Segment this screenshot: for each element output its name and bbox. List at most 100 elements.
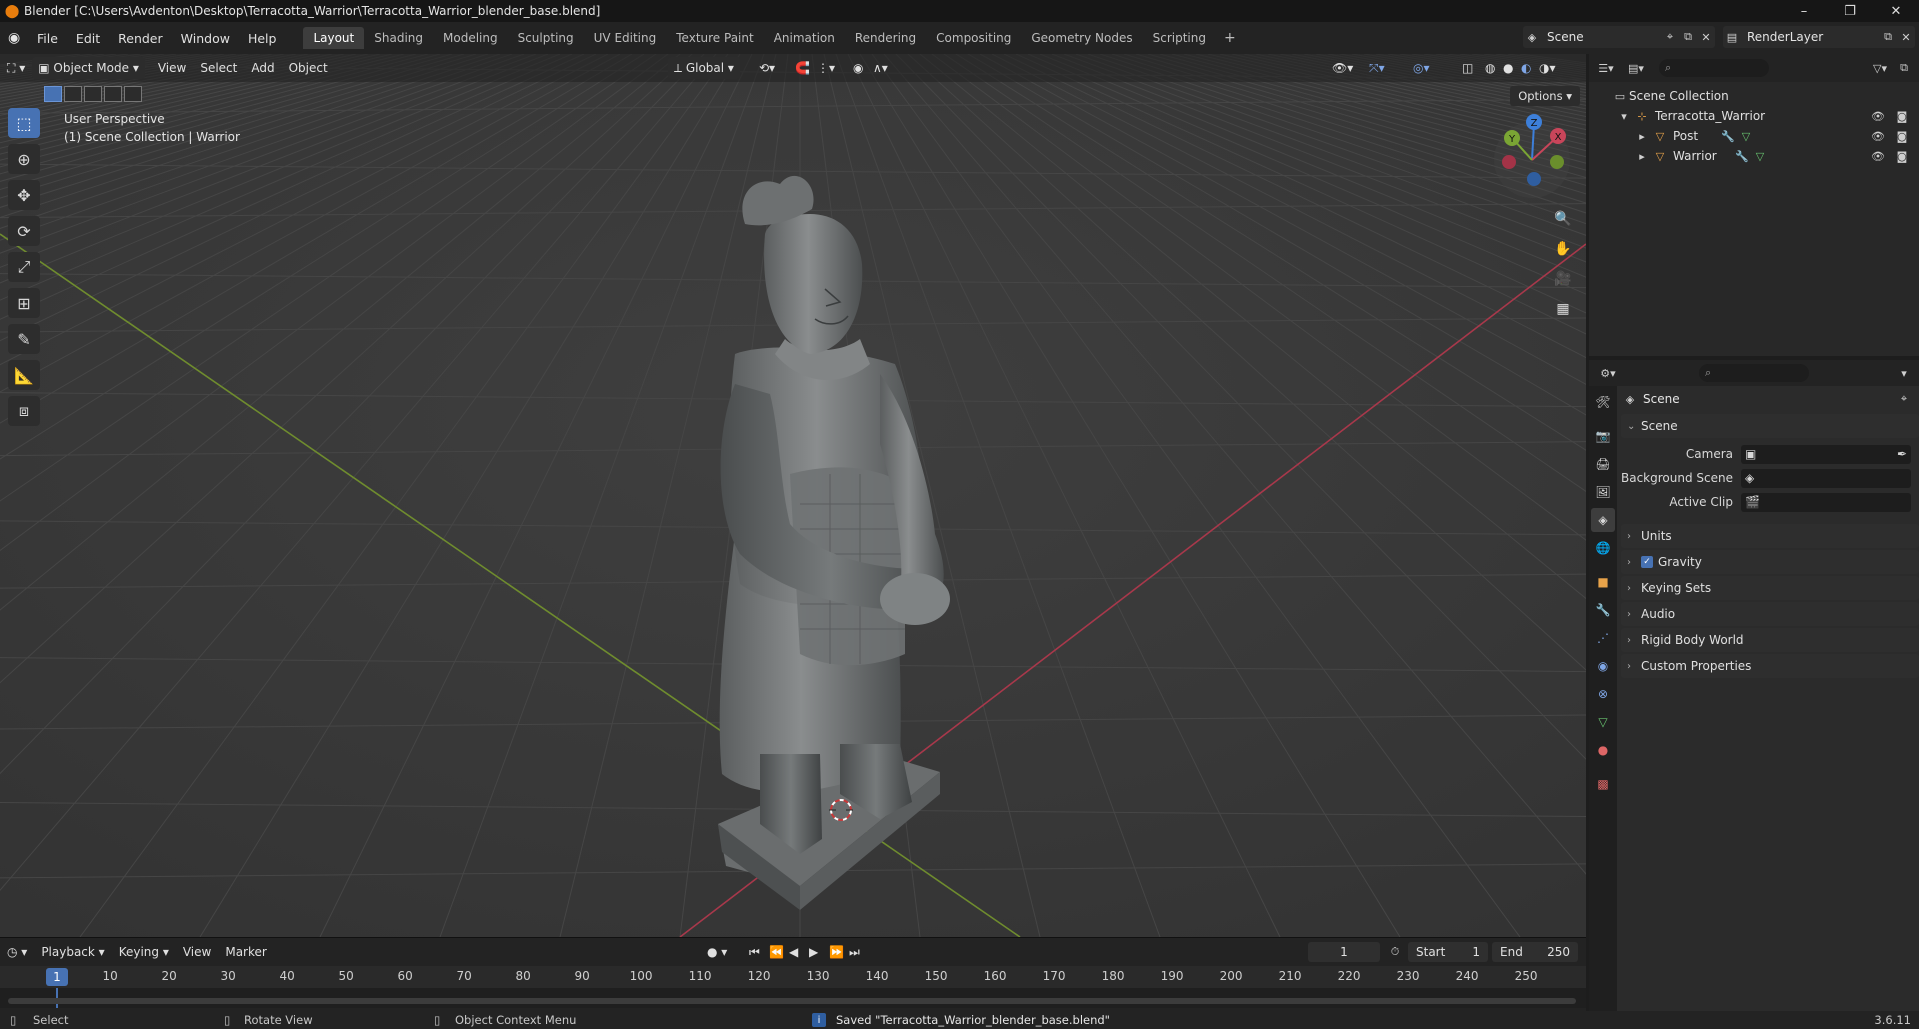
eye-icon[interactable]: 👁 xyxy=(1869,107,1887,125)
eye-icon[interactable]: 👁 xyxy=(1869,147,1887,165)
modifier-tab-icon[interactable]: 🔧 xyxy=(1591,598,1615,622)
panel-custom-properties[interactable]: › Custom Properties xyxy=(1621,654,1919,678)
scale-tool-icon[interactable]: ⤢ xyxy=(8,252,40,282)
outliner-row-warrior[interactable]: ▸ ▽ Warrior 🔧 ▽ 👁 ◙ xyxy=(1589,146,1919,166)
panel-gravity[interactable]: › ✓ Gravity xyxy=(1621,550,1919,574)
panel-scene[interactable]: ⌄ Scene xyxy=(1621,414,1919,438)
render-tab-icon[interactable]: 📷 xyxy=(1591,424,1615,448)
tab-texture-paint[interactable]: Texture Paint xyxy=(666,27,763,49)
menu-timeline-view[interactable]: View xyxy=(176,941,218,963)
select-difference-icon[interactable] xyxy=(104,86,122,102)
snap-target-icon[interactable]: ⋮▾ xyxy=(810,57,842,79)
menu-help[interactable]: Help xyxy=(239,27,286,49)
display-mode-icon[interactable]: ▤▾ xyxy=(1627,59,1645,77)
mesh-data-icon[interactable]: ▽ xyxy=(1737,127,1755,145)
camera-view-icon[interactable]: 🎥 xyxy=(1550,266,1576,292)
frame-ruler[interactable]: 1 10 20 30 40 50 60 70 80 90 100 110 120 130 140 150 16… xyxy=(0,966,1586,988)
expand-arrow-icon[interactable]: ▾ xyxy=(1615,107,1633,125)
camera-render-icon[interactable]: ◙ xyxy=(1893,147,1911,165)
pan-hand-icon[interactable]: ✋ xyxy=(1550,236,1576,262)
pin-icon[interactable]: ⌖ xyxy=(1895,390,1913,408)
menu-add[interactable]: Add xyxy=(244,57,281,79)
transform-tool-icon[interactable]: ⊞ xyxy=(8,288,40,318)
scene-selector[interactable]: ◈ Scene ⌖ ⧉ ✕ xyxy=(1523,26,1715,48)
status-message[interactable]: Saved "Terracotta_Warrior_blender_base.b… xyxy=(836,1013,1110,1027)
view-layer-selector[interactable]: ▤ RenderLayer ⧉ ✕ xyxy=(1723,26,1915,48)
properties-options-icon[interactable]: ▾ xyxy=(1895,364,1913,382)
menu-object[interactable]: Object xyxy=(282,57,335,79)
visibility-icon[interactable]: 👁▾ xyxy=(1325,57,1360,79)
world-tab-icon[interactable]: 🌐 xyxy=(1591,536,1615,560)
measure-tool-icon[interactable]: 📐 xyxy=(8,360,40,390)
eyedropper-icon[interactable]: ✒ xyxy=(1897,447,1907,461)
menu-render[interactable]: Render xyxy=(109,27,172,49)
record-icon[interactable]: ● ▾ xyxy=(700,941,734,963)
add-workspace-icon[interactable]: + xyxy=(1216,30,1244,46)
menu-keying[interactable]: Keying ▾ xyxy=(112,941,176,963)
filter-icon[interactable]: ▽▾ xyxy=(1871,59,1889,77)
move-tool-icon[interactable]: ✥ xyxy=(8,180,40,210)
new-collection-icon[interactable]: ⧉ xyxy=(1895,59,1913,77)
object-mode-dropdown[interactable]: ▣ Object Mode ▾ xyxy=(32,57,145,79)
panel-rigid-body-world[interactable]: › Rigid Body World xyxy=(1621,628,1919,652)
outliner-row-terracotta-warrior[interactable]: ▾ ⊹ Terracotta_Warrior 👁 ◙ xyxy=(1589,106,1919,126)
select-box-tool-icon[interactable]: ⬚ xyxy=(8,108,40,138)
view-layer-tab-icon[interactable]: 🖼 xyxy=(1591,480,1615,504)
falloff-icon[interactable]: ∧▾ xyxy=(866,57,895,79)
delete-scene-icon[interactable]: ✕ xyxy=(1697,28,1715,46)
jump-end-icon[interactable]: ⏭ xyxy=(842,941,867,963)
add-cube-tool-icon[interactable]: ⧈ xyxy=(8,396,40,426)
cursor-tool-icon[interactable]: ⊕ xyxy=(8,144,40,174)
active-clip-field[interactable]: 🎬 xyxy=(1741,492,1911,512)
menu-select[interactable]: Select xyxy=(193,57,244,79)
close-button[interactable]: ✕ xyxy=(1873,0,1919,22)
select-new-icon[interactable] xyxy=(44,86,62,102)
tab-rendering[interactable]: Rendering xyxy=(845,27,926,49)
tab-compositing[interactable]: Compositing xyxy=(926,27,1021,49)
delete-layer-icon[interactable]: ✕ xyxy=(1897,28,1915,46)
scene-name[interactable]: Scene xyxy=(1547,30,1584,44)
particles-tab-icon[interactable]: ⋰ xyxy=(1591,626,1615,650)
tab-sculpting[interactable]: Sculpting xyxy=(508,27,584,49)
transform-orientation-dropdown[interactable]: ⟂ Global ▾ xyxy=(668,57,740,79)
menu-edit[interactable]: Edit xyxy=(67,27,109,49)
select-subtract-icon[interactable] xyxy=(84,86,102,102)
constraints-tab-icon[interactable]: ⊗ xyxy=(1591,682,1615,706)
texture-tab-icon[interactable]: ▩ xyxy=(1591,772,1615,796)
tab-animation[interactable]: Animation xyxy=(764,27,845,49)
current-frame-field[interactable]: 1 xyxy=(1308,942,1380,962)
new-scene-icon[interactable]: ⧉ xyxy=(1679,28,1697,46)
gizmo-toggle-icon[interactable]: ⤧▾ xyxy=(1362,57,1392,79)
overlay-toggle-icon[interactable]: ◎▾ xyxy=(1406,57,1437,79)
physics-tab-icon[interactable]: ◉ xyxy=(1591,654,1615,678)
tab-shading[interactable]: Shading xyxy=(364,27,433,49)
background-scene-field[interactable]: ◈ xyxy=(1741,468,1911,488)
options-dropdown[interactable]: Options ▾ xyxy=(1510,86,1580,106)
zoom-icon[interactable]: 🔍 xyxy=(1550,206,1576,232)
properties-search-input[interactable]: ⌕ xyxy=(1699,364,1809,382)
timeline-editor-type-icon[interactable]: ◷ ▾ xyxy=(0,941,34,963)
stopwatch-icon[interactable]: ⏱ xyxy=(1386,943,1404,961)
data-tab-icon[interactable]: ▽ xyxy=(1591,710,1615,734)
camera-render-icon[interactable]: ◙ xyxy=(1893,127,1911,145)
select-intersect-icon[interactable] xyxy=(124,86,142,102)
panel-units[interactable]: › Units xyxy=(1621,524,1919,548)
pivot-point-icon[interactable]: ⟲▾ xyxy=(752,57,782,79)
eye-icon[interactable]: 👁 xyxy=(1869,127,1887,145)
xray-icon[interactable]: ◫ xyxy=(1455,57,1480,79)
menu-marker[interactable]: Marker xyxy=(218,941,273,963)
end-frame-field[interactable]: End 250 xyxy=(1492,942,1578,962)
render-layer-name[interactable]: RenderLayer xyxy=(1747,30,1823,44)
gravity-checkbox[interactable]: ✓ xyxy=(1641,556,1653,568)
current-frame-indicator[interactable]: 1 xyxy=(46,968,68,986)
output-tab-icon[interactable]: 🖨 xyxy=(1591,452,1615,476)
new-layer-icon[interactable]: ⧉ xyxy=(1879,28,1897,46)
rotate-tool-icon[interactable]: ⟳ xyxy=(8,216,40,246)
material-tab-icon[interactable]: ● xyxy=(1591,738,1615,762)
tab-geometry-nodes[interactable]: Geometry Nodes xyxy=(1021,27,1142,49)
modifier-wrench-icon[interactable]: 🔧 xyxy=(1733,147,1751,165)
minimize-button[interactable]: – xyxy=(1781,0,1827,22)
panel-audio[interactable]: › Audio xyxy=(1621,602,1919,626)
camera-render-icon[interactable]: ◙ xyxy=(1893,107,1911,125)
panel-keying-sets[interactable]: › Keying Sets xyxy=(1621,576,1919,600)
